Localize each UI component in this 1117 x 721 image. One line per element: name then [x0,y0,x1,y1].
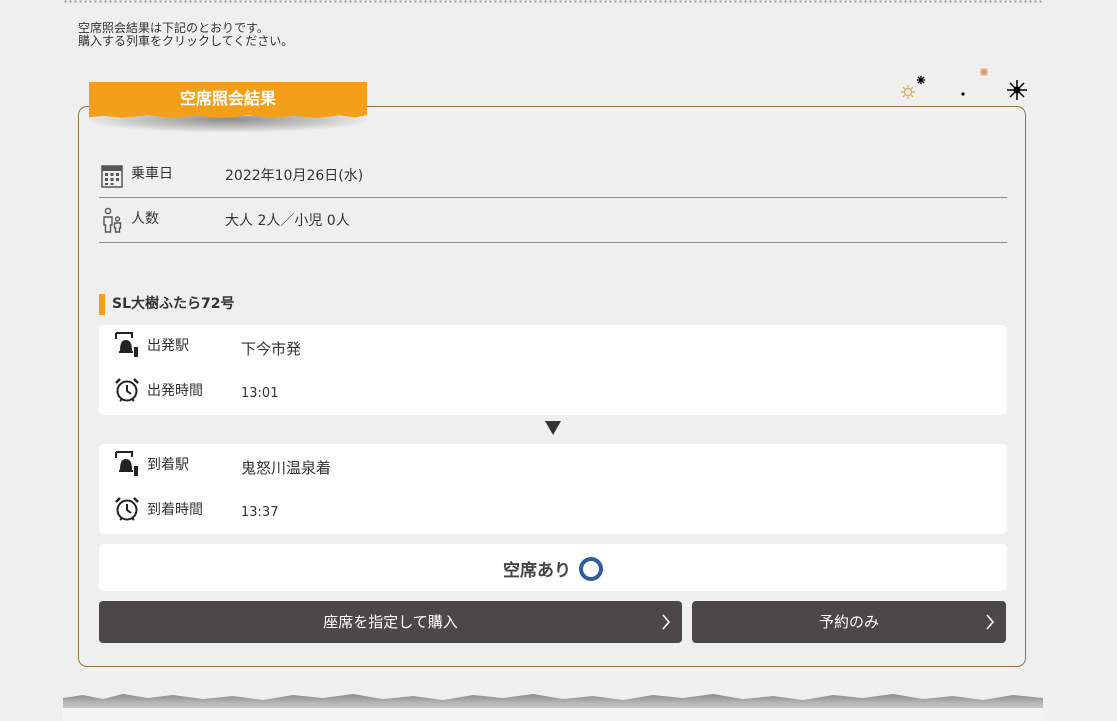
departure-station: 下今市発 [241,340,302,358]
select-seat-purchase-button[interactable]: 座席を指定して購入 [99,601,682,643]
date-label: 乗車日 [131,166,173,182]
station-bell-icon [115,451,138,476]
intro-text: 空席照会結果は下記のとおりです。 購入する列車をクリックしてください。 [78,22,293,48]
arrival-box: 到着駅 鬼怒川温泉着 到着時間 13:37 [99,444,1007,534]
availability-status: 空席あり [99,556,1007,581]
arrival-time: 13:37 [241,505,279,520]
arrival-station-label: 到着駅 [147,457,189,473]
top-dotted-border [63,0,1043,3]
people-row: 人数 大人 2人／小児 0人 [99,198,1007,243]
tab-shadow [89,116,367,132]
date-row: 乗車日 2022年10月26日(水) [99,153,1007,198]
departure-time-row: 出発時間 13:01 [99,370,1007,410]
people-value: 大人 2人／小児 0人 [225,213,350,229]
chevron-right-icon [662,614,671,630]
departure-box: 出発駅 下今市発 出発時間 13:01 [99,325,1007,415]
arrival-time-row: 到着時間 13:37 [99,489,1007,529]
station-bell-icon [115,332,138,357]
arrival-station-row: 到着駅 鬼怒川温泉着 [99,444,1007,484]
torn-paper-edge [63,694,1043,721]
arrival-station: 鬼怒川温泉着 [241,459,332,477]
date-value: 2022年10月26日(水) [225,168,364,184]
reserve-only-button[interactable]: 予約のみ [692,601,1006,643]
panel-title: 空席照会結果 [89,82,367,118]
departure-station-row: 出発駅 下今市発 [99,325,1007,365]
arrow-down-icon [545,421,561,435]
select-seat-purchase-label: 座席を指定して購入 [323,613,458,631]
availability-box: 空席あり [99,544,1007,591]
chevron-right-icon [986,614,995,630]
results-tab: 空席照会結果 [89,82,367,136]
alarm-clock-icon [115,497,139,521]
people-label: 人数 [131,211,159,227]
intro-line-2: 購入する列車をクリックしてください。 [78,34,294,48]
alarm-clock-icon [115,378,139,402]
departure-time-label: 出発時間 [147,383,203,399]
calendar-icon [101,165,123,188]
reserve-only-label: 予約のみ [818,613,879,631]
people-icon [103,207,122,233]
departure-time: 13:01 [241,386,279,401]
train-name: SL大樹ふたら72号 [99,294,235,315]
availability-text: 空席あり [503,561,571,581]
sparkle-decoration-icon [901,68,1027,100]
available-circle-icon [579,556,603,581]
arrival-time-label: 到着時間 [147,502,203,518]
departure-station-label: 出発駅 [147,338,189,354]
